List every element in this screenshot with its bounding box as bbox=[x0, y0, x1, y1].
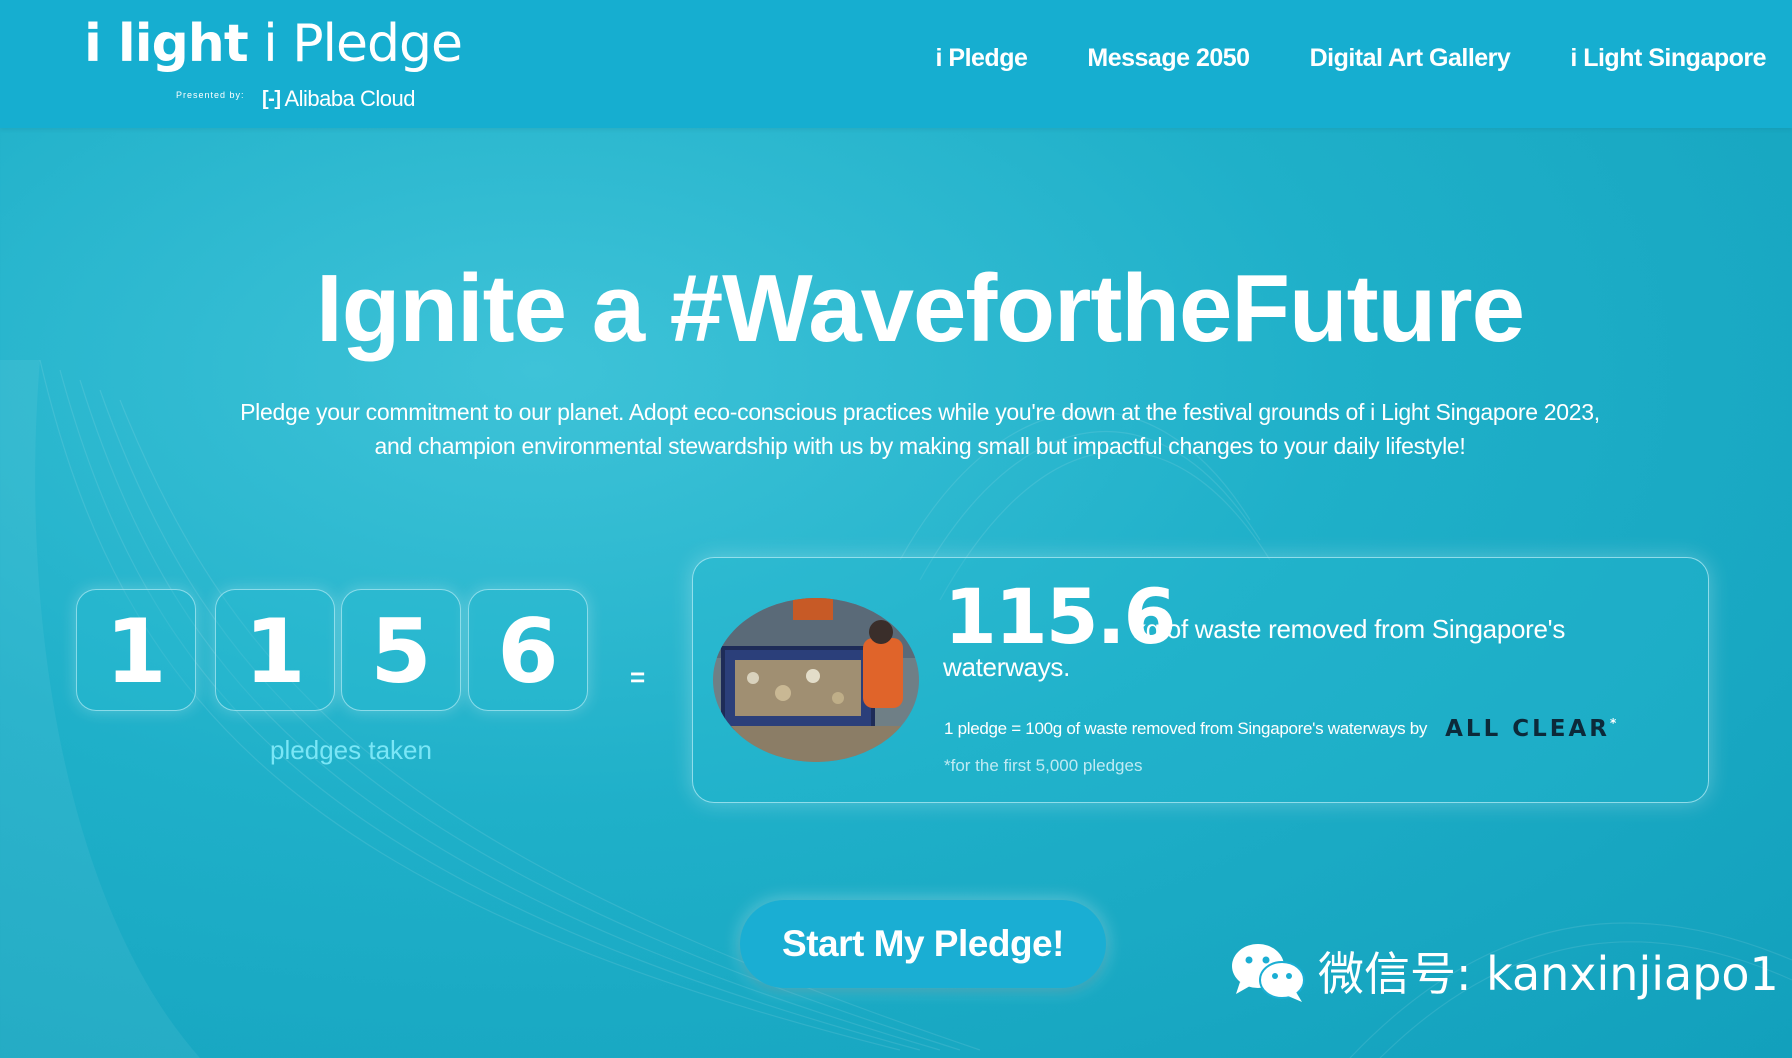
wechat-watermark: 微信号: kanxinjiapo1 bbox=[1228, 938, 1779, 1004]
nav-item-digital-art-gallery[interactable]: Digital Art Gallery bbox=[1310, 44, 1511, 73]
pledges-taken-label: pledges taken bbox=[270, 735, 432, 765]
impact-card: 115.6 kg of waste removed from Singapore… bbox=[692, 557, 1709, 803]
presented-by-label: Presented by: bbox=[176, 90, 245, 100]
hero-description: Pledge your commitment to our planet. Ad… bbox=[240, 399, 1600, 459]
all-clear-logo: ALL CLEAR* bbox=[1445, 716, 1616, 742]
watermark-text: 微信号: kanxinjiapo1 bbox=[1318, 947, 1779, 1001]
counter-digit: 1 bbox=[76, 589, 196, 711]
site-header: i light i Pledge Presented by: [-] Aliba… bbox=[0, 0, 1792, 128]
nav-item-message-2050[interactable]: Message 2050 bbox=[1087, 44, 1250, 73]
waste-collection-photo bbox=[713, 598, 919, 762]
waste-kg-description: kg of waste removed from Singapore's wat… bbox=[943, 614, 1566, 682]
logo-title-ipledge: i Pledge bbox=[247, 14, 463, 74]
alibaba-cloud-logo: [-] Alibaba Cloud bbox=[262, 86, 415, 112]
wechat-icon bbox=[1232, 944, 1305, 1002]
nav-item-i-pledge[interactable]: i Pledge bbox=[936, 44, 1028, 73]
alibaba-cloud-icon: [-] bbox=[262, 87, 281, 110]
site-logo[interactable]: i light i Pledge Presented by: [-] Aliba… bbox=[84, 14, 463, 114]
logo-title: i light i Pledge bbox=[84, 14, 463, 74]
pledge-footnote: *for the first 5,000 pledges bbox=[944, 756, 1143, 775]
counter-digit: 6 bbox=[468, 589, 588, 711]
logo-title-ilight: i light bbox=[84, 14, 249, 74]
sponsor-name: Alibaba Cloud bbox=[284, 86, 415, 111]
hero-title: Ignite a #WavefortheFuture bbox=[316, 255, 1525, 362]
pledge-rule-text: 1 pledge = 100g of waste removed from Si… bbox=[944, 719, 1428, 738]
nav-item-i-light-singapore[interactable]: i Light Singapore bbox=[1570, 44, 1766, 73]
equals-sign: = bbox=[630, 662, 646, 692]
pledge-rule: 1 pledge = 100g of waste removed from Si… bbox=[944, 716, 1616, 742]
all-clear-star: * bbox=[1610, 716, 1617, 730]
counter-digit: 5 bbox=[341, 589, 461, 711]
main-nav: i Pledge Message 2050 Digital Art Galler… bbox=[936, 44, 1767, 73]
counter-digit: 1 bbox=[215, 589, 335, 711]
start-pledge-button[interactable]: Start My Pledge! bbox=[740, 900, 1106, 988]
all-clear-logo-text: ALL CLEAR bbox=[1445, 716, 1611, 742]
